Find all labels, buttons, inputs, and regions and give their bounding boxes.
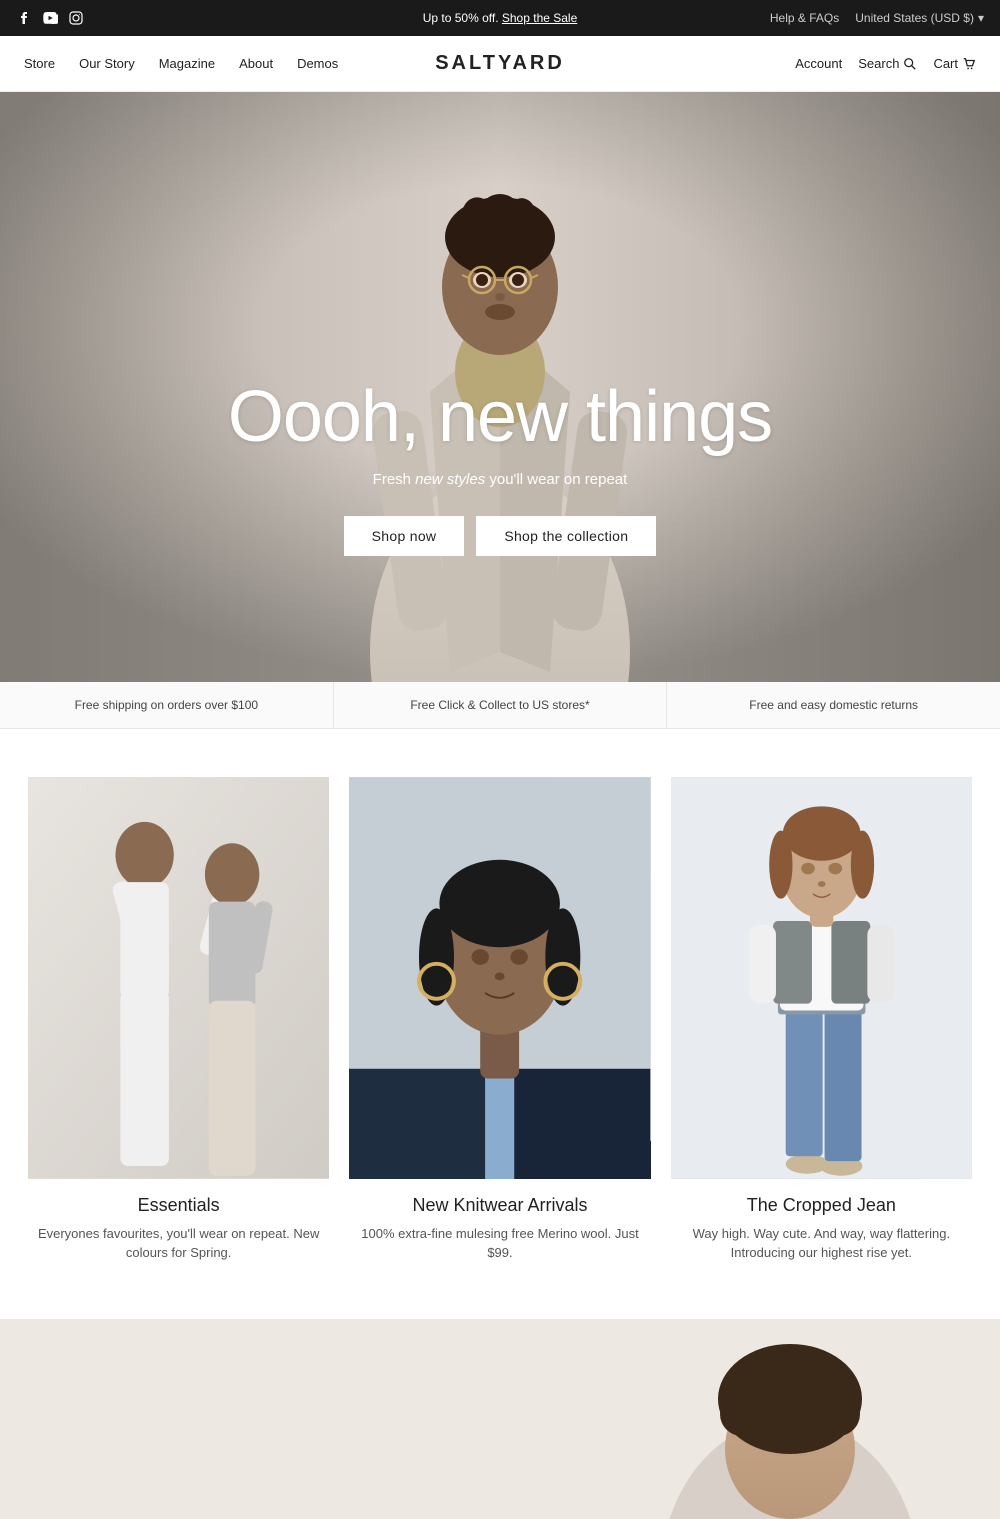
nav-our-story[interactable]: Our Story [79,56,135,71]
nav-right-links: Account Search Cart [795,56,976,71]
account-link[interactable]: Account [795,56,842,71]
social-icons [16,10,84,26]
product-desc-knitwear: 100% extra-fine mulesing free Merino woo… [349,1224,650,1263]
info-returns: Free and easy domestic returns [667,682,1000,728]
product-title-essentials: Essentials [28,1195,329,1216]
sale-link[interactable]: Shop the Sale [502,11,577,25]
instagram-icon[interactable] [68,10,84,26]
nav-about[interactable]: About [239,56,273,71]
product-image-knitwear [349,777,650,1179]
hero-title: Oooh, new things [228,378,772,457]
shop-collection-button[interactable]: Shop the collection [476,516,656,556]
navigation: Store Our Story Magazine About Demos SAL… [0,36,1000,92]
product-desc-essentials: Everyones favourites, you'll wear on rep… [28,1224,329,1263]
product-card-jeans[interactable]: The Cropped Jean Way high. Way cute. And… [671,777,972,1263]
product-image-essentials [28,777,329,1179]
product-grid: Essentials Everyones favourites, you'll … [28,777,972,1263]
help-faq-link[interactable]: Help & FAQs [770,11,839,25]
hero-buttons: Shop now Shop the collection [228,516,772,556]
shop-now-button[interactable]: Shop now [344,516,465,556]
facebook-icon[interactable] [16,10,32,26]
youtube-icon[interactable] [42,10,58,26]
product-card-essentials[interactable]: Essentials Everyones favourites, you'll … [28,777,329,1263]
nav-store[interactable]: Store [24,56,55,71]
hero-section: Oooh, new things Fresh new styles you'll… [0,92,1000,682]
info-shipping: Free shipping on orders over $100 [0,682,334,728]
nav-demos[interactable]: Demos [297,56,338,71]
hero-content: Oooh, new things Fresh new styles you'll… [228,218,772,556]
chevron-down-icon: ▾ [978,11,984,25]
announcement-text: Up to 50% off. Shop the Sale [423,11,578,25]
info-bar: Free shipping on orders over $100 Free C… [0,682,1000,729]
product-section: Essentials Everyones favourites, you'll … [0,729,1000,1319]
nav-left-links: Store Our Story Magazine About Demos [24,56,338,71]
right-links: Help & FAQs United States (USD $) ▾ [770,11,984,25]
cart-link[interactable]: Cart [933,56,976,71]
nav-magazine[interactable]: Magazine [159,56,215,71]
cart-icon [962,57,976,71]
region-selector[interactable]: United States (USD $) ▾ [855,11,984,25]
hero-subtitle: Fresh new styles you'll wear on repeat [228,471,772,488]
bottom-section [0,1319,1000,1519]
site-logo[interactable]: SALTYARD [435,52,565,75]
product-title-jeans: The Cropped Jean [671,1195,972,1216]
product-desc-jeans: Way high. Way cute. And way, way flatter… [671,1224,972,1263]
product-card-knitwear[interactable]: New Knitwear Arrivals 100% extra-fine mu… [349,777,650,1263]
product-image-jeans [671,777,972,1179]
search-icon [903,57,917,71]
search-link[interactable]: Search [858,56,917,71]
announcement-bar: Up to 50% off. Shop the Sale Help & FAQs… [0,0,1000,36]
product-title-knitwear: New Knitwear Arrivals [349,1195,650,1216]
info-collect: Free Click & Collect to US stores* [334,682,668,728]
